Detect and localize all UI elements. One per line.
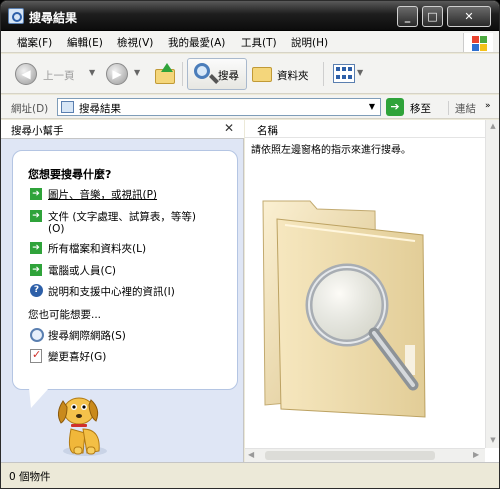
views-icon[interactable] <box>333 64 355 83</box>
option-pictures-label[interactable]: 圖片、音樂，或視訊(P) <box>48 187 157 202</box>
go-arrow-icon[interactable]: ➔ <box>386 98 404 116</box>
option-all-files-label[interactable]: 所有檔案和資料夾(L) <box>48 241 146 256</box>
maximize-button[interactable]: □ <box>422 6 443 27</box>
menu-edit[interactable]: 編輯(E) <box>67 35 103 50</box>
preferences-icon <box>30 348 42 363</box>
up-folder-icon[interactable] <box>155 63 177 85</box>
menu-favorites[interactable]: 我的最愛(A) <box>168 35 225 50</box>
option-documents-label[interactable]: 文件 (文字處理、試算表，等等) <box>48 209 196 224</box>
results-pane: 名稱 請依照左邊窗格的指示來進行搜尋。 ▲ ▼ ◀ ▶ <box>245 120 499 462</box>
back-label[interactable]: 上一頁 <box>43 68 75 83</box>
back-dropdown-icon[interactable]: ▼ <box>89 68 95 77</box>
close-button[interactable]: ✕ <box>447 6 491 27</box>
bubble-tail <box>29 388 49 408</box>
search-results-icon <box>61 101 74 113</box>
links-button[interactable]: 連結 <box>448 101 476 115</box>
search-results-window: 搜尋結果 _ □ ✕ 檔案(F) 編輯(E) 檢視(V) 我的最愛(A) 工具(… <box>0 0 500 489</box>
address-bar: 網址(D) 搜尋結果 ▼ ➔ 移至 連結 » <box>1 95 499 119</box>
windows-logo-icon <box>463 33 493 52</box>
forward-dropdown-icon[interactable]: ▼ <box>134 68 140 77</box>
scroll-up-icon[interactable]: ▲ <box>488 122 498 132</box>
also-heading: 您也可能想要... <box>28 309 102 321</box>
forward-icon[interactable]: ▶ <box>106 63 128 85</box>
horizontal-scrollbar[interactable]: ◀ ▶ <box>245 448 485 462</box>
address-dropdown-icon[interactable]: ▼ <box>364 99 380 115</box>
option-documents-shortcut[interactable]: (O) <box>48 223 64 235</box>
search-window-icon <box>8 8 24 24</box>
address-value: 搜尋結果 <box>79 103 121 115</box>
pane-close-icon[interactable]: ✕ <box>224 121 234 135</box>
column-name[interactable]: 名稱 <box>257 123 278 138</box>
search-question: 您想要搜尋什麼? <box>28 168 112 181</box>
option-search-internet-label[interactable]: 搜尋網際網路(S) <box>48 328 126 343</box>
folder-search-illustration <box>262 200 426 418</box>
option-change-preferences-label[interactable]: 變更喜好(G) <box>48 349 106 364</box>
toolbar-separator <box>323 62 324 86</box>
internet-search-icon <box>30 328 44 342</box>
search-label: 搜尋 <box>218 70 239 82</box>
links-chevron-icon[interactable]: » <box>485 101 491 111</box>
instruction-text: 請依照左邊窗格的指示來進行搜尋。 <box>251 145 411 156</box>
views-dropdown-icon[interactable]: ▼ <box>357 68 363 77</box>
menu-file[interactable]: 檔案(F) <box>17 35 52 50</box>
pane-header: 搜尋小幫手 ✕ <box>1 120 244 139</box>
scroll-right-icon[interactable]: ▶ <box>473 450 479 459</box>
scroll-down-icon[interactable]: ▼ <box>488 436 498 446</box>
option-computers-label[interactable]: 電腦或人員(C) <box>48 263 116 278</box>
scroll-thumb[interactable] <box>265 451 435 460</box>
menu-bar: 檔案(F) 編輯(E) 檢視(V) 我的最愛(A) 工具(T) 說明(H) <box>1 31 499 53</box>
scroll-left-icon[interactable]: ◀ <box>248 450 254 459</box>
option-help-label[interactable]: 說明和支援中心裡的資訊(I) <box>48 284 175 299</box>
folders-button[interactable]: 資料夾 <box>277 68 309 83</box>
green-arrow-icon: ➔ <box>30 210 42 222</box>
address-label: 網址(D) <box>11 103 49 115</box>
status-bar: 0 個物件 <box>1 462 499 488</box>
search-button[interactable]: 搜尋 <box>187 58 247 90</box>
go-button[interactable]: 移至 <box>410 101 431 116</box>
toolbar-separator <box>182 62 183 86</box>
title-bar: 搜尋結果 _ □ ✕ <box>1 1 499 31</box>
pane-title: 搜尋小幫手 <box>11 125 64 137</box>
menu-view[interactable]: 檢視(V) <box>117 35 153 50</box>
address-input[interactable]: 搜尋結果 ▼ <box>57 98 381 116</box>
column-header[interactable]: 名稱 <box>245 120 485 138</box>
toolbar: ◀ 上一頁 ▼ ▶ ▼ 搜尋 資料夾 ▼ <box>1 54 499 94</box>
window-title: 搜尋結果 <box>29 11 78 25</box>
green-arrow-icon: ➔ <box>30 188 42 200</box>
folders-icon[interactable] <box>252 67 272 82</box>
vertical-scrollbar[interactable]: ▲ ▼ <box>485 120 499 448</box>
back-icon[interactable]: ◀ <box>15 63 37 85</box>
help-icon: ? <box>30 284 43 297</box>
magnifier-icon <box>194 63 210 79</box>
green-arrow-icon: ➔ <box>30 242 42 254</box>
menu-help[interactable]: 說明(H) <box>291 35 328 50</box>
search-dog-icon[interactable] <box>49 389 119 459</box>
green-arrow-icon: ➔ <box>30 264 42 276</box>
speech-bubble <box>12 150 238 390</box>
menu-tools[interactable]: 工具(T) <box>241 35 277 50</box>
minimize-button[interactable]: _ <box>397 6 418 27</box>
status-text: 0 個物件 <box>9 471 51 483</box>
